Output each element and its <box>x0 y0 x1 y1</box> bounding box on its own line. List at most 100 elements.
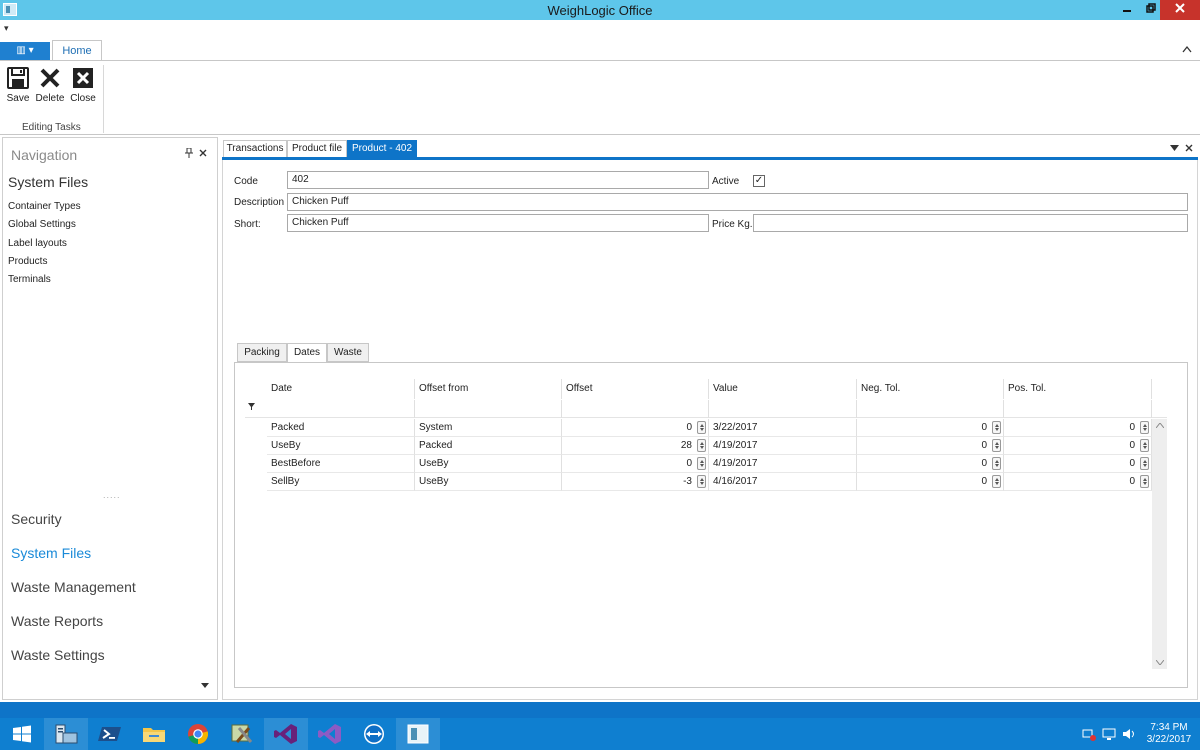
scroll-down-icon[interactable] <box>1152 658 1167 667</box>
nav-item-global-settings[interactable]: Global Settings <box>8 219 76 230</box>
cell-date[interactable]: BestBefore <box>267 455 415 473</box>
table-row[interactable]: BestBefore UseBy 0 4/19/2017 0 0 <box>245 455 1152 473</box>
short-field[interactable]: Chicken Puff <box>287 214 709 232</box>
tab-product-file[interactable]: Product file <box>287 140 347 158</box>
filter-cell-offset-from[interactable] <box>415 400 562 418</box>
code-field[interactable]: 402 <box>287 171 709 189</box>
spinner-icon[interactable] <box>697 439 706 452</box>
cell-pos-tol[interactable]: 0 <box>1004 455 1152 473</box>
spinner-icon[interactable] <box>1140 457 1149 470</box>
spinner-icon[interactable] <box>697 421 706 434</box>
column-header-offset[interactable]: Offset <box>562 379 709 399</box>
spinner-icon[interactable] <box>1140 475 1149 488</box>
cell-offset-from[interactable]: System <box>415 419 562 437</box>
spinner-icon[interactable] <box>992 457 1001 470</box>
table-row[interactable]: UseBy Packed 28 4/19/2017 0 0 <box>245 437 1152 455</box>
close-icon[interactable] <box>1185 141 1193 155</box>
file-explorer-icon[interactable] <box>132 718 176 750</box>
cell-pos-tol[interactable]: 0 <box>1004 473 1152 491</box>
spinner-icon[interactable] <box>992 475 1001 488</box>
teamviewer-icon[interactable] <box>352 718 396 750</box>
nav-category-waste-reports[interactable]: Waste Reports <box>11 613 103 629</box>
cell-offset[interactable]: 0 <box>562 419 709 437</box>
cell-offset[interactable]: 0 <box>562 455 709 473</box>
close-button[interactable]: Close <box>66 66 100 104</box>
spinner-icon[interactable] <box>1140 439 1149 452</box>
cell-value[interactable]: 4/19/2017 <box>709 455 857 473</box>
filter-cell-neg-tol[interactable] <box>857 400 1004 418</box>
cell-date[interactable]: Packed <box>267 419 415 437</box>
cell-offset[interactable]: 28 <box>562 437 709 455</box>
column-header-date[interactable]: Date <box>267 379 415 399</box>
visual-studio-icon[interactable] <box>264 718 308 750</box>
taskbar-clock[interactable]: 7:34 PM 3/22/2017 <box>1140 722 1198 746</box>
spinner-icon[interactable] <box>697 457 706 470</box>
tools-icon[interactable] <box>220 718 264 750</box>
spinner-icon[interactable] <box>992 421 1001 434</box>
tab-transactions[interactable]: Transactions <box>223 140 287 158</box>
quick-access-dropdown[interactable]: ▾ <box>4 23 9 34</box>
cell-value[interactable]: 4/16/2017 <box>709 473 857 491</box>
table-row[interactable]: Packed System 0 3/22/2017 0 0 <box>245 419 1152 437</box>
cell-neg-tol[interactable]: 0 <box>857 455 1004 473</box>
tab-product-402[interactable]: Product - 402 <box>347 140 417 158</box>
cell-offset-from[interactable]: Packed <box>415 437 562 455</box>
visual-studio-2-icon[interactable] <box>308 718 352 750</box>
scroll-up-icon[interactable] <box>1152 421 1167 430</box>
vertical-scrollbar[interactable] <box>1152 419 1167 669</box>
filter-icon[interactable] <box>248 403 255 412</box>
close-icon[interactable] <box>199 146 207 160</box>
display-tray-icon[interactable] <box>1102 727 1116 741</box>
nav-item-products[interactable]: Products <box>8 256 47 267</box>
restore-button[interactable] <box>1140 0 1162 20</box>
filter-cell-value[interactable] <box>709 400 857 418</box>
close-window-button[interactable] <box>1160 0 1200 20</box>
application-menu-button[interactable]: ▥ ▾ <box>0 42 50 60</box>
cell-neg-tol[interactable]: 0 <box>857 473 1004 491</box>
save-button[interactable]: Save <box>1 66 35 104</box>
splitter-grip[interactable]: ..... <box>103 490 121 500</box>
chevron-down-icon[interactable] <box>201 681 209 690</box>
filter-cell-offset[interactable] <box>562 400 709 418</box>
column-header-neg-tol[interactable]: Neg. Tol. <box>857 379 1004 399</box>
chrome-icon[interactable] <box>176 718 220 750</box>
cell-value[interactable]: 3/22/2017 <box>709 419 857 437</box>
price-field[interactable] <box>753 214 1188 232</box>
column-header-value[interactable]: Value <box>709 379 857 399</box>
column-header-offset-from[interactable]: Offset from <box>415 379 562 399</box>
powershell-icon[interactable] <box>88 718 132 750</box>
description-field[interactable]: Chicken Puff <box>287 193 1188 211</box>
nav-category-security[interactable]: Security <box>11 511 62 527</box>
cell-offset-from[interactable]: UseBy <box>415 455 562 473</box>
cell-pos-tol[interactable]: 0 <box>1004 419 1152 437</box>
column-header-pos-tol[interactable]: Pos. Tol. <box>1004 379 1152 399</box>
tab-dates[interactable]: Dates <box>287 343 327 363</box>
nav-category-waste-management[interactable]: Waste Management <box>11 579 136 595</box>
network-tray-icon[interactable] <box>1082 727 1096 741</box>
spinner-icon[interactable] <box>697 475 706 488</box>
ribbon-collapse-button[interactable] <box>1182 42 1192 56</box>
document-list-dropdown[interactable] <box>1170 143 1179 153</box>
minimize-button[interactable] <box>1116 0 1138 20</box>
spinner-icon[interactable] <box>992 439 1001 452</box>
table-row[interactable]: SellBy UseBy -3 4/16/2017 0 0 <box>245 473 1152 491</box>
nav-category-system-files[interactable]: System Files <box>11 545 91 561</box>
volume-tray-icon[interactable] <box>1122 727 1136 741</box>
cell-offset-from[interactable]: UseBy <box>415 473 562 491</box>
tab-packing[interactable]: Packing <box>237 343 287 362</box>
server-manager-icon[interactable] <box>44 718 88 750</box>
nav-item-terminals[interactable]: Terminals <box>8 274 51 285</box>
delete-button[interactable]: Delete <box>33 66 67 104</box>
cell-offset[interactable]: -3 <box>562 473 709 491</box>
start-icon[interactable] <box>0 718 44 750</box>
cell-date[interactable]: SellBy <box>267 473 415 491</box>
cell-neg-tol[interactable]: 0 <box>857 437 1004 455</box>
nav-category-waste-settings[interactable]: Waste Settings <box>11 647 105 663</box>
cell-neg-tol[interactable]: 0 <box>857 419 1004 437</box>
cell-value[interactable]: 4/19/2017 <box>709 437 857 455</box>
tab-home[interactable]: Home <box>52 40 102 61</box>
weighlogic-icon[interactable] <box>396 718 440 750</box>
nav-item-label-layouts[interactable]: Label layouts <box>8 238 67 249</box>
tab-waste[interactable]: Waste <box>327 343 369 362</box>
active-checkbox[interactable]: ✓ <box>753 175 765 187</box>
